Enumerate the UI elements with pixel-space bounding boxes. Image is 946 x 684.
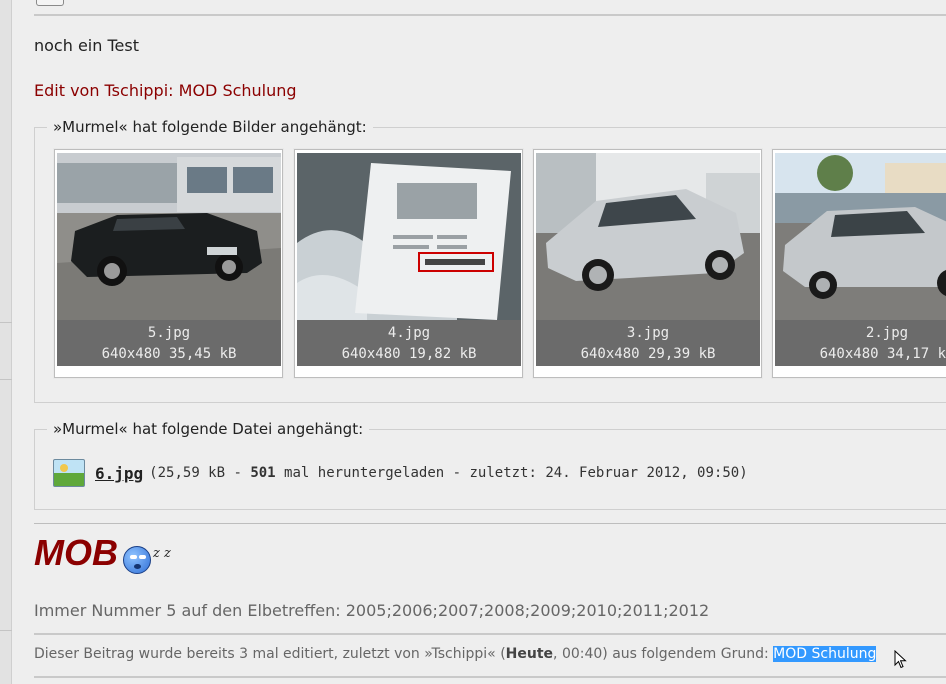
- image-name: 3.jpg: [626, 325, 670, 341]
- divider: [34, 633, 946, 635]
- file-attachment: 6.jpg (25,59 kB - 501 mal heruntergelade…: [53, 458, 748, 488]
- image-info: 640x480 19,82 kB: [341, 346, 477, 362]
- mail-icon[interactable]: [36, 0, 64, 6]
- attached-files-legend: »Murmel« hat folgende Datei angehängt:: [53, 420, 364, 438]
- edit-reason-selected[interactable]: MOD Schulung: [773, 646, 877, 662]
- image-thumbnail[interactable]: 4.jpg 640x480 19,82 kB: [294, 149, 523, 378]
- mouse-pointer-icon: [894, 650, 907, 669]
- file-meta: (25,59 kB - 501 mal heruntergeladen - zu…: [149, 465, 747, 481]
- sleeping-smiley-icon: [123, 546, 151, 574]
- image-name: 2.jpg: [865, 325, 909, 341]
- edit-info: Dieser Beitrag wurde bereits 3 mal editi…: [34, 646, 877, 662]
- signature-name: MOB: [34, 532, 118, 573]
- zzz-text: z z: [153, 546, 171, 561]
- rail-divider: [0, 322, 12, 323]
- image-name: 4.jpg: [387, 325, 431, 341]
- image-thumbnail[interactable]: 2.jpg 640x480 34,17 kB: [772, 149, 946, 378]
- edit-note: Edit von Tschippi: MOD Schulung: [34, 81, 297, 100]
- file-meta-rest: mal heruntergeladen - zuletzt: 24. Febru…: [275, 465, 748, 481]
- file-download-link[interactable]: 6.jpg: [95, 464, 143, 483]
- post-text: noch ein Test: [34, 36, 139, 55]
- image-caption: 3.jpg 640x480 29,39 kB: [536, 320, 760, 366]
- image-thumbnail[interactable]: 3.jpg 640x480 29,39 kB: [533, 149, 762, 378]
- image-info: 640x480 29,39 kB: [580, 346, 716, 362]
- image-caption: 4.jpg 640x480 19,82 kB: [297, 320, 521, 366]
- image-thumbnail[interactable]: 5.jpg 640x480 35,45 kB: [54, 149, 283, 378]
- edit-info-middle: , 00:40) aus folgendem Grund:: [553, 646, 774, 662]
- edit-info-when: Heute: [505, 646, 554, 662]
- image-caption: 2.jpg 640x480 34,17 kB: [775, 320, 946, 366]
- car-photo: [536, 153, 760, 320]
- car-photo: [775, 153, 946, 320]
- smiley-mouth: [134, 564, 141, 569]
- car-photo: [57, 153, 281, 320]
- attached-images-legend: »Murmel« hat folgende Bilder angehängt:: [53, 118, 367, 136]
- signature-divider: [34, 523, 946, 524]
- file-size: (25,59 kB -: [149, 465, 251, 481]
- rail-divider: [0, 630, 12, 631]
- image-info: 640x480 34,17 kB: [819, 346, 946, 362]
- divider: [34, 676, 946, 678]
- rail-divider: [0, 379, 12, 380]
- image-info: 640x480 35,45 kB: [101, 346, 237, 362]
- price-sign-photo: [297, 153, 521, 320]
- download-count: 501: [250, 465, 276, 481]
- image-caption: 5.jpg 640x480 35,45 kB: [57, 320, 281, 366]
- image-file-icon: [53, 459, 85, 487]
- signature-line: Immer Nummer 5 auf den Elbetreffen: 2005…: [34, 601, 710, 620]
- smiley-eye: [139, 555, 146, 559]
- left-rail: [0, 0, 12, 684]
- smiley-eye: [130, 555, 137, 559]
- divider: [34, 14, 946, 16]
- edit-info-prefix: Dieser Beitrag wurde bereits 3 mal editi…: [34, 646, 506, 662]
- image-name: 5.jpg: [147, 325, 191, 341]
